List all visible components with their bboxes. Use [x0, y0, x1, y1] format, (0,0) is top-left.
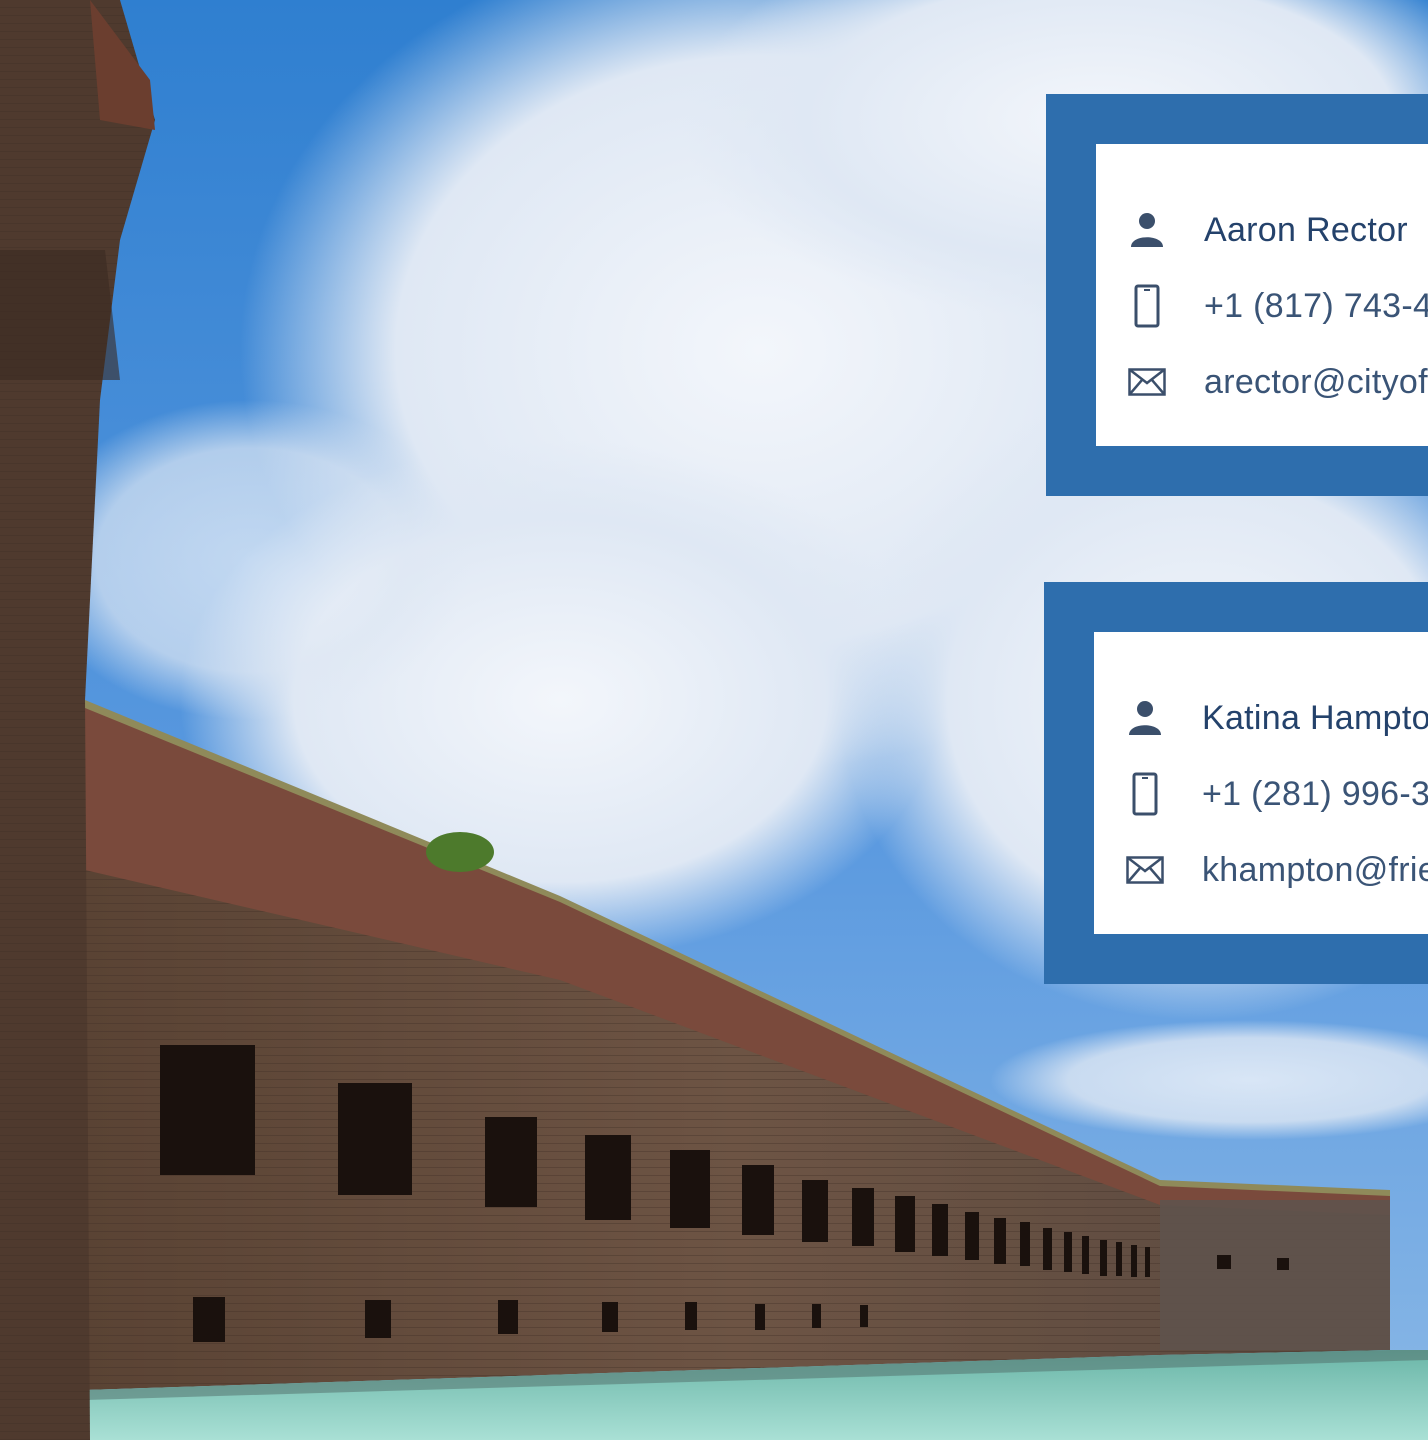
contact-name: Katina Hampton: [1202, 698, 1428, 737]
person-icon: [1126, 209, 1168, 251]
contact-card-1: Aaron Rector +1 (817) 743-4 arector@city…: [1046, 94, 1428, 496]
person-icon: [1124, 697, 1166, 739]
contact-email-row: arector@cityof: [1126, 344, 1428, 420]
contact-card-2-body: Katina Hampton +1 (281) 996-3 khampton@f…: [1094, 632, 1428, 934]
contact-email[interactable]: khampton@frie: [1202, 851, 1428, 890]
mail-icon: [1126, 361, 1168, 403]
contact-email[interactable]: arector@cityof: [1204, 363, 1428, 402]
contact-name: Aaron Rector: [1204, 210, 1408, 249]
contact-phone-row: +1 (817) 743-4: [1126, 268, 1428, 344]
contact-card-2: Katina Hampton +1 (281) 996-3 khampton@f…: [1044, 582, 1428, 984]
contact-name-row: Aaron Rector: [1126, 192, 1428, 268]
contact-name-row: Katina Hampton: [1124, 680, 1428, 756]
phone-icon: [1126, 284, 1168, 328]
phone-icon: [1124, 772, 1166, 816]
contact-phone[interactable]: +1 (817) 743-4: [1204, 287, 1428, 326]
contact-email-row: khampton@frie: [1124, 832, 1428, 908]
contact-card-1-body: Aaron Rector +1 (817) 743-4 arector@city…: [1096, 144, 1428, 446]
contact-phone[interactable]: +1 (281) 996-3: [1202, 775, 1428, 814]
contact-phone-row: +1 (281) 996-3: [1124, 756, 1428, 832]
mail-icon: [1124, 849, 1166, 891]
